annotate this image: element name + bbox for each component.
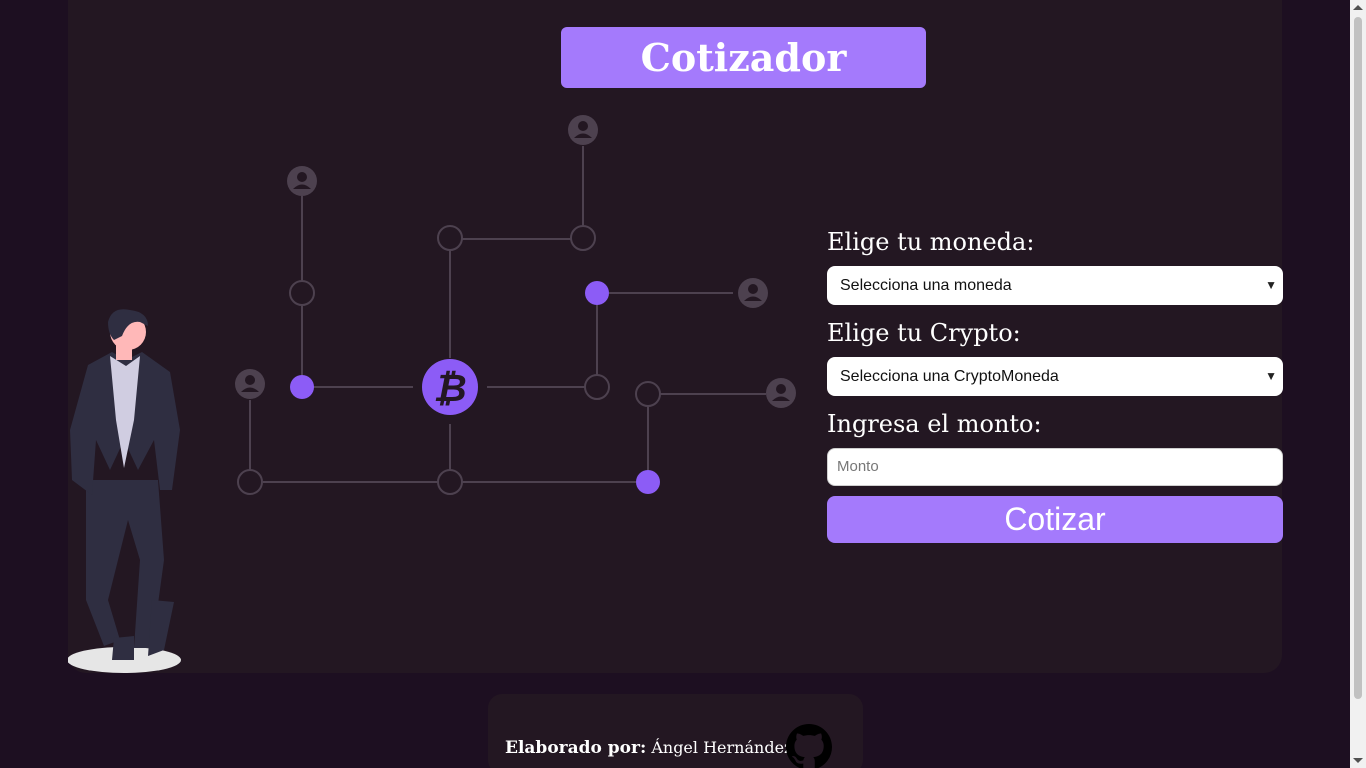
scroll-down-arrow-icon[interactable]: [1353, 758, 1363, 763]
network-node: [570, 225, 596, 251]
user-icon: [738, 278, 768, 308]
bitcoin-icon: ₿: [422, 359, 478, 415]
cotizar-button[interactable]: Cotizar: [827, 496, 1283, 543]
currency-label: Elige tu moneda:: [827, 228, 1035, 256]
amount-input[interactable]: Monto: [827, 448, 1283, 486]
quote-form: Elige tu moneda: Selecciona una moneda ▼…: [827, 226, 1283, 543]
scroll-up-arrow-icon[interactable]: [1353, 5, 1363, 10]
svg-text:₿: ₿: [433, 366, 466, 410]
crypto-label: Elige tu Crypto:: [827, 319, 1021, 347]
vertical-scrollbar[interactable]: [1350, 0, 1366, 768]
network-node-active: [290, 375, 314, 399]
network-node: [437, 225, 463, 251]
network-node: [437, 469, 463, 495]
network-node: [237, 469, 263, 495]
crypto-network-illustration: ₿: [68, 115, 796, 673]
footer-author: Ángel Hernández: [651, 738, 793, 757]
amount-label: Ingresa el monto:: [827, 410, 1042, 438]
github-icon[interactable]: [786, 724, 832, 768]
person-figure: [68, 309, 181, 673]
user-icon: [568, 115, 598, 145]
crypto-select[interactable]: Selecciona una CryptoMoneda ▼: [827, 357, 1283, 396]
network-node-active: [585, 281, 609, 305]
crypto-select-value: Selecciona una CryptoMoneda: [840, 368, 1059, 385]
user-icon: [287, 166, 317, 196]
chevron-down-icon: ▼: [1265, 278, 1277, 292]
footer-made-by-label: Elaborado por:: [505, 738, 647, 758]
footer: Elaborado por: Ángel Hernández: [488, 694, 863, 768]
scrollbar-thumb[interactable]: [1354, 17, 1362, 699]
page: ₿ Cotizador Elige tu moneda: Selecciona …: [0, 0, 1366, 768]
network-node: [635, 381, 661, 407]
footer-credit: Elaborado por: Ángel Hernández: [505, 738, 792, 758]
network-node: [584, 374, 610, 400]
user-icon: [766, 378, 796, 408]
currency-select-value: Selecciona una moneda: [840, 277, 1012, 294]
network-node-active: [636, 470, 660, 494]
user-icon: [235, 369, 265, 399]
page-title: Cotizador: [561, 27, 926, 88]
chevron-down-icon: ▼: [1265, 369, 1277, 383]
network-node: [289, 280, 315, 306]
currency-select[interactable]: Selecciona una moneda ▼: [827, 266, 1283, 305]
